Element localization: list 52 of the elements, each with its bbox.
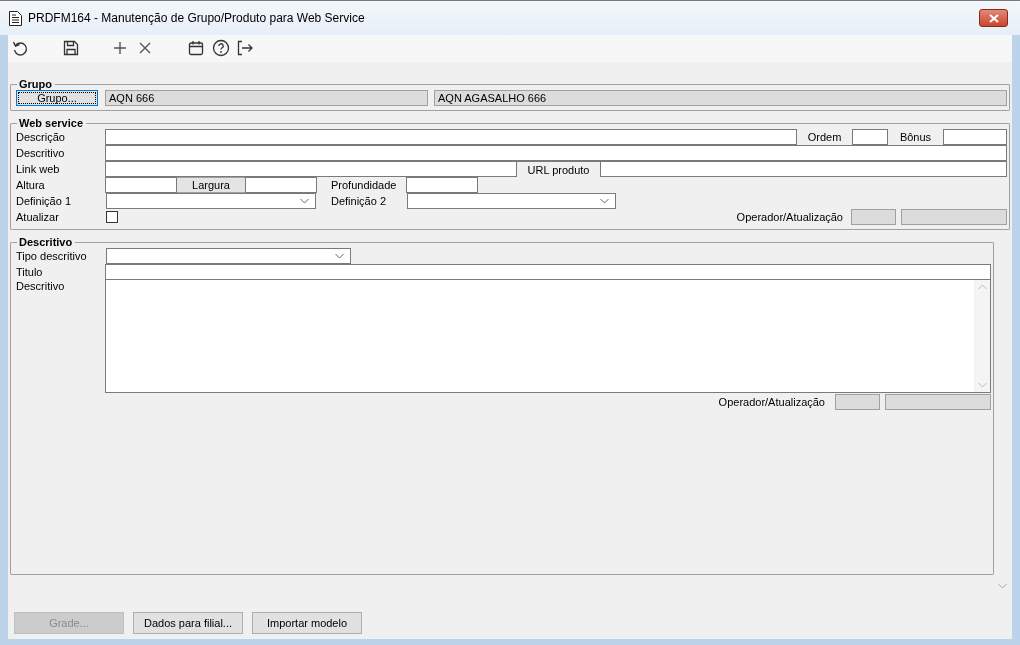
height-field[interactable] (105, 177, 177, 193)
url-field[interactable] (600, 161, 1007, 177)
action-button[interactable]: Importar modelo (252, 612, 362, 634)
document-icon (9, 10, 22, 26)
close-button[interactable] (979, 9, 1008, 27)
group-code-field[interactable]: AQN 666 (105, 90, 428, 106)
bonus-field[interactable] (943, 129, 1007, 145)
field-label: Link web (16, 163, 61, 175)
action-button[interactable]: Dados para filial... (133, 612, 243, 634)
window-title: PRDFM164 - Manutenção de Grupo/Produto para Web Service (28, 11, 366, 25)
field-label: Profundidade (331, 179, 398, 191)
field-label: Titulo (16, 266, 44, 278)
delete-icon[interactable] (139, 41, 151, 54)
title-field[interactable] (105, 264, 991, 280)
link-field[interactable] (105, 161, 517, 177)
calendar-icon[interactable] (188, 39, 204, 56)
update-date-field[interactable] (885, 394, 991, 410)
help-icon[interactable] (212, 38, 230, 57)
group-name-field[interactable]: AQN AGASALHO 666 (434, 90, 1007, 106)
depth-field[interactable] (406, 177, 478, 193)
field-label: Altura (16, 179, 46, 191)
checkbox[interactable] (106, 211, 118, 223)
field-label: Descritivo (16, 147, 66, 159)
operator-field[interactable] (835, 394, 880, 410)
field-label: Definição 1 (16, 195, 73, 207)
operator-field[interactable] (851, 209, 896, 225)
description-field[interactable] (105, 129, 797, 145)
descriptive-field[interactable] (105, 145, 1007, 161)
field-label: Atualizar (16, 211, 60, 223)
field-label: Ordem (806, 130, 843, 145)
exit-icon[interactable] (236, 39, 254, 56)
group-title: Descritivo (19, 236, 73, 248)
group-title: Grupo (19, 78, 52, 90)
dropdown-field[interactable] (106, 248, 351, 264)
group-title: Web service (19, 117, 83, 129)
close-icon[interactable] (988, 13, 999, 23)
field-label: Bônus (898, 130, 933, 145)
dropdown-field[interactable] (106, 193, 316, 209)
field-label: Tipo descritivo (16, 250, 88, 262)
field-label: Descritivo (16, 280, 66, 294)
dropdown-field[interactable] (407, 193, 616, 209)
field-label: Definição 2 (331, 195, 388, 207)
field-label: Descrição (16, 131, 66, 143)
field-label: Operador/Atualização (736, 211, 843, 223)
width-field[interactable] (245, 177, 317, 193)
save-icon[interactable] (63, 39, 79, 56)
order-field[interactable] (852, 129, 888, 145)
plus-icon[interactable] (113, 40, 127, 55)
update-date-field[interactable] (901, 209, 1007, 225)
group-lookup-button[interactable]: Grupo... (16, 90, 98, 106)
field-label: Operador/Atualização (718, 396, 825, 408)
field-label: Largura (177, 177, 245, 193)
